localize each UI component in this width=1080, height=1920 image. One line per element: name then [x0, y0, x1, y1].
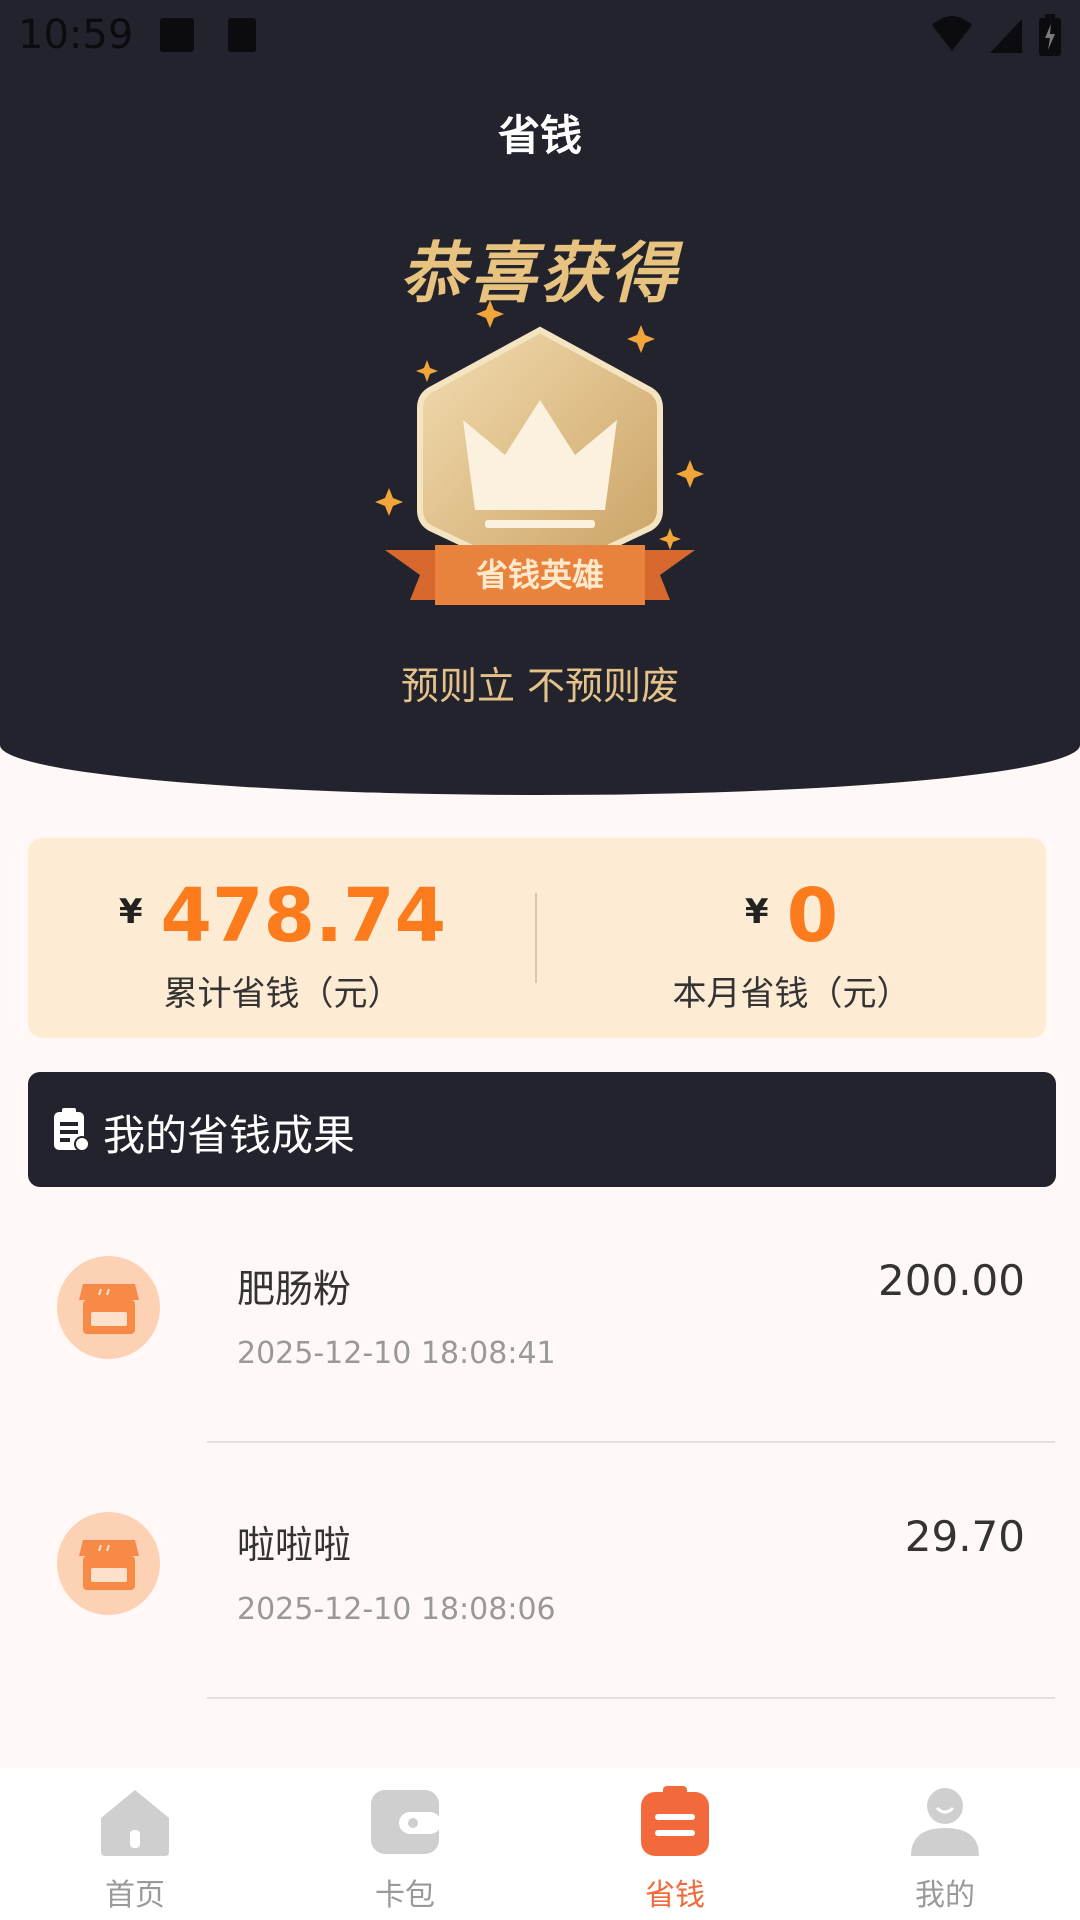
month-savings-value: 0 [786, 873, 839, 959]
shop-icon [79, 1284, 139, 1334]
status-time: 10:59 [18, 12, 134, 58]
saving-hero-badge: 省钱英雄 [375, 300, 704, 605]
nav-home-label: 首页 [105, 1878, 165, 1913]
month-savings-label: 本月省钱（元） [672, 974, 911, 1014]
nav-profile-label: 我的 [915, 1878, 975, 1913]
item-time: 2025-12-10 18:08:06 [237, 1592, 556, 1627]
savings-stats-card: ¥478.74 累计省钱（元） ¥0 本月省钱（元） [28, 838, 1046, 1038]
wifi-icon [932, 16, 972, 51]
page: 10:59 省钱 恭喜获得 省钱英雄 预则立 不预则废 ¥ 478.74 累计省… [0, 0, 1080, 1920]
currency-symbol: ¥ [118, 892, 143, 932]
badge-label: 省钱英雄 [476, 556, 604, 594]
item-amount: 29.70 [904, 1512, 1025, 1561]
total-savings-label: 累计省钱（元） [163, 974, 402, 1014]
item-time: 2025-12-10 18:08:41 [237, 1336, 556, 1371]
page-title: 省钱 [497, 111, 582, 160]
gallery-notification-icon [160, 18, 194, 52]
list-separator [207, 1441, 1055, 1443]
nav-savings-label: 省钱 [645, 1878, 705, 1913]
list-item[interactable]: 肥肠粉 2025-12-10 18:08:41 200.00 [0, 1188, 1080, 1444]
status-bar: 10:59 [0, 0, 1080, 72]
shop-avatar [57, 1256, 160, 1359]
user-icon [911, 1788, 979, 1856]
nav-savings[interactable]: 省钱 [540, 1768, 810, 1920]
shop-icon [79, 1540, 139, 1590]
slogan: 预则立 不预则废 [400, 664, 680, 708]
nav-wallet-label: 卡包 [375, 1878, 435, 1913]
battery-icon [1039, 14, 1061, 56]
clipboard-icon [641, 1786, 709, 1856]
list-separator [207, 1697, 1055, 1699]
total-savings: ¥478.74 累计省钱（元） [28, 838, 537, 1038]
status-indicators [930, 14, 1062, 56]
bottom-nav: 首页 卡包 省钱 我的 [0, 1768, 1080, 1920]
shop-avatar [57, 1512, 160, 1615]
total-savings-value: 478.74 [160, 873, 447, 959]
font-notification-icon [228, 18, 256, 52]
nav-home[interactable]: 首页 [0, 1768, 270, 1920]
month-savings: ¥0 本月省钱（元） [537, 838, 1046, 1038]
results-title: 我的省钱成果 [103, 1111, 356, 1160]
wallet-icon [371, 1790, 441, 1854]
home-icon [101, 1790, 169, 1856]
nav-wallet[interactable]: 卡包 [270, 1768, 540, 1920]
item-name: 啦啦啦 [237, 1523, 352, 1567]
item-name: 肥肠粉 [237, 1267, 352, 1311]
cell-signal-icon [990, 19, 1022, 53]
item-amount: 200.00 [878, 1256, 1025, 1305]
currency-symbol: ¥ [744, 892, 769, 932]
nav-profile[interactable]: 我的 [810, 1768, 1080, 1920]
results-header: 我的省钱成果 [28, 1072, 1056, 1187]
list-item[interactable]: 啦啦啦 2025-12-10 18:08:06 29.70 [0, 1444, 1080, 1700]
clipboard-list-icon [54, 1108, 90, 1152]
